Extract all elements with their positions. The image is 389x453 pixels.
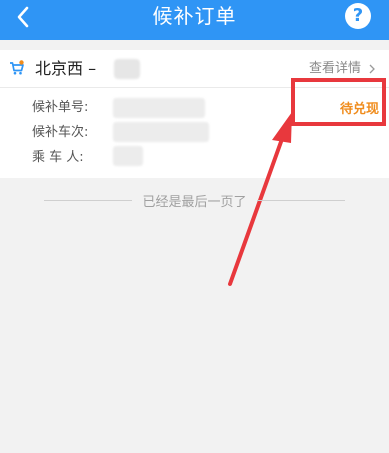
page: 候补订单 ? 北京西 – 查看详情 候补单号: 候补车次: 乘 车 人: 待兑现… [0,0,389,453]
passenger-label: 乘 车 人: [32,150,84,165]
back-button[interactable] [6,0,40,34]
back-arrow-icon [17,6,29,28]
help-icon[interactable]: ? [345,3,371,29]
train-number-label: 候补车次: [32,125,89,140]
top-nav-bar: 候补订单 ? [0,0,389,40]
order-number-label: 候补单号: [32,100,89,115]
end-of-list-note: 已经是最后一页了 [0,191,389,210]
redacted-train-number [113,122,209,142]
redacted-destination [114,59,140,79]
divider-left [44,199,133,201]
end-of-list-text: 已经是最后一页了 [142,194,247,210]
redacted-order-number [113,98,205,118]
route-text: 北京西 – [35,59,97,78]
divider-right [256,199,345,201]
view-details-label: 查看详情 [308,61,361,76]
view-details-link[interactable]: 查看详情 [309,60,377,78]
annotation-highlight-box [291,78,386,126]
redacted-passenger [113,146,143,166]
chevron-right-icon [369,64,375,74]
page-title: 候补订单 [152,4,237,28]
shopping-cart-icon [10,60,24,75]
